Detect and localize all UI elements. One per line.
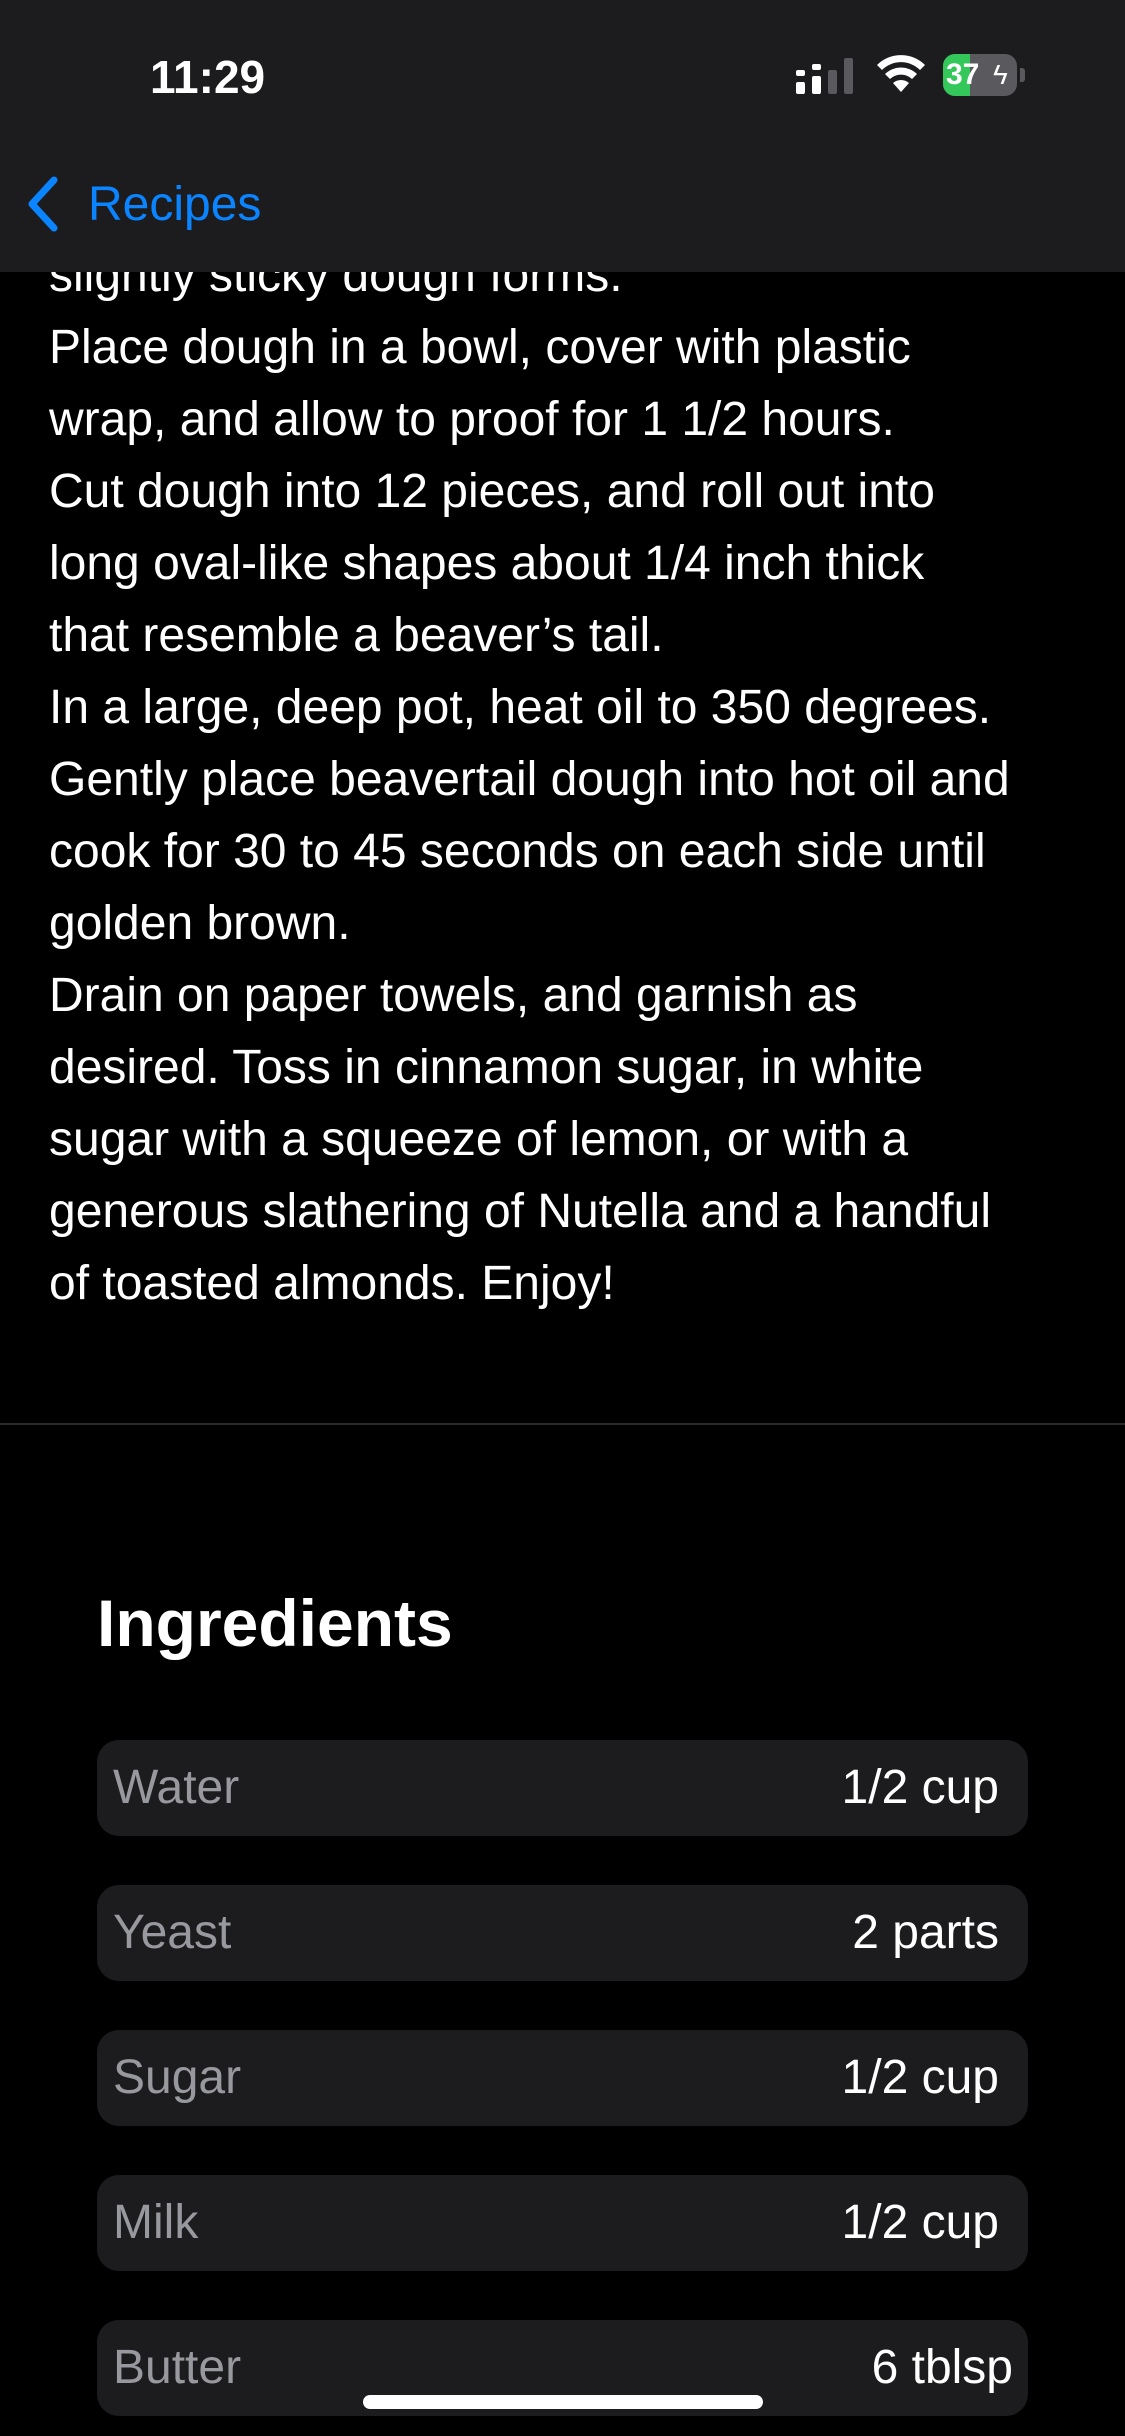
instruction-line: that resemble a beaver’s tail.	[49, 609, 664, 662]
ingredient-amount: 1/2 cup	[841, 1761, 999, 1814]
back-button-label: Recipes	[88, 178, 262, 231]
section-divider	[0, 1423, 1125, 1425]
instructions-text: slightly sticky dough forms. Place dough…	[49, 240, 1099, 1320]
ingredient-row-milk[interactable]: Milk 1/2 cup	[97, 2175, 1028, 2271]
ingredient-name: Water	[113, 1761, 240, 1814]
instruction-line: cook for 30 to 45 seconds on each side u…	[49, 825, 986, 878]
instruction-line: golden brown.	[49, 897, 351, 950]
instruction-line: Gently place beavertail dough into hot o…	[49, 753, 1010, 806]
battery-level: 37	[946, 58, 980, 91]
ingredient-row-yeast[interactable]: Yeast 2 parts	[97, 1885, 1028, 1981]
signal-icon	[796, 58, 853, 94]
chevron-left-icon	[28, 176, 58, 232]
instruction-line: Place dough in a bowl, cover with plasti…	[49, 321, 911, 374]
ingredient-name: Milk	[113, 2196, 199, 2249]
ingredient-name: Sugar	[113, 2051, 242, 2104]
navigation-bar: 11:29 37 ϟ Recipes	[0, 0, 1125, 272]
home-indicator[interactable]	[363, 2395, 763, 2409]
ingredient-amount: 2 parts	[852, 1906, 999, 1959]
ingredient-row-sugar[interactable]: Sugar 1/2 cup	[97, 2030, 1028, 2126]
battery-cap	[1020, 68, 1025, 82]
status-time: 11:29	[150, 51, 266, 103]
instruction-line: desired. Toss in cinnamon sugar, in whit…	[49, 1041, 924, 1094]
instruction-line: In a large, deep pot, heat oil to 350 de…	[49, 681, 992, 734]
instruction-line: Cut dough into 12 pieces, and roll out i…	[49, 465, 935, 518]
ingredients-heading: Ingredients	[97, 1586, 453, 1660]
battery-body: 37 ϟ	[943, 54, 1017, 96]
instruction-line: Drain on paper towels, and garnish as	[49, 969, 858, 1022]
ingredient-row-water[interactable]: Water 1/2 cup	[97, 1740, 1028, 1836]
instruction-line: generous slathering of Nutella and a han…	[49, 1185, 991, 1238]
charging-bolt-icon: ϟ	[993, 59, 1008, 90]
ingredient-amount: 1/2 cup	[841, 2051, 999, 2104]
instruction-line: wrap, and allow to proof for 1 1/2 hours…	[49, 393, 895, 446]
battery-icon: 37 ϟ	[943, 54, 1025, 96]
ingredient-amount: 1/2 cup	[841, 2196, 999, 2249]
instruction-line: of toasted almonds. Enjoy!	[49, 1257, 615, 1310]
ingredient-amount: 6 tblsp	[871, 2341, 1013, 2394]
ingredient-name: Butter	[113, 2341, 242, 2394]
ingredient-name: Yeast	[113, 1906, 232, 1959]
wifi-icon	[877, 55, 925, 92]
instruction-line: long oval-like shapes about 1/4 inch thi…	[49, 537, 925, 590]
instruction-line: sugar with a squeeze of lemon, or with a	[49, 1113, 909, 1166]
recipe-scroll-view[interactable]: slightly sticky dough forms. Place dough…	[0, 0, 1125, 2436]
